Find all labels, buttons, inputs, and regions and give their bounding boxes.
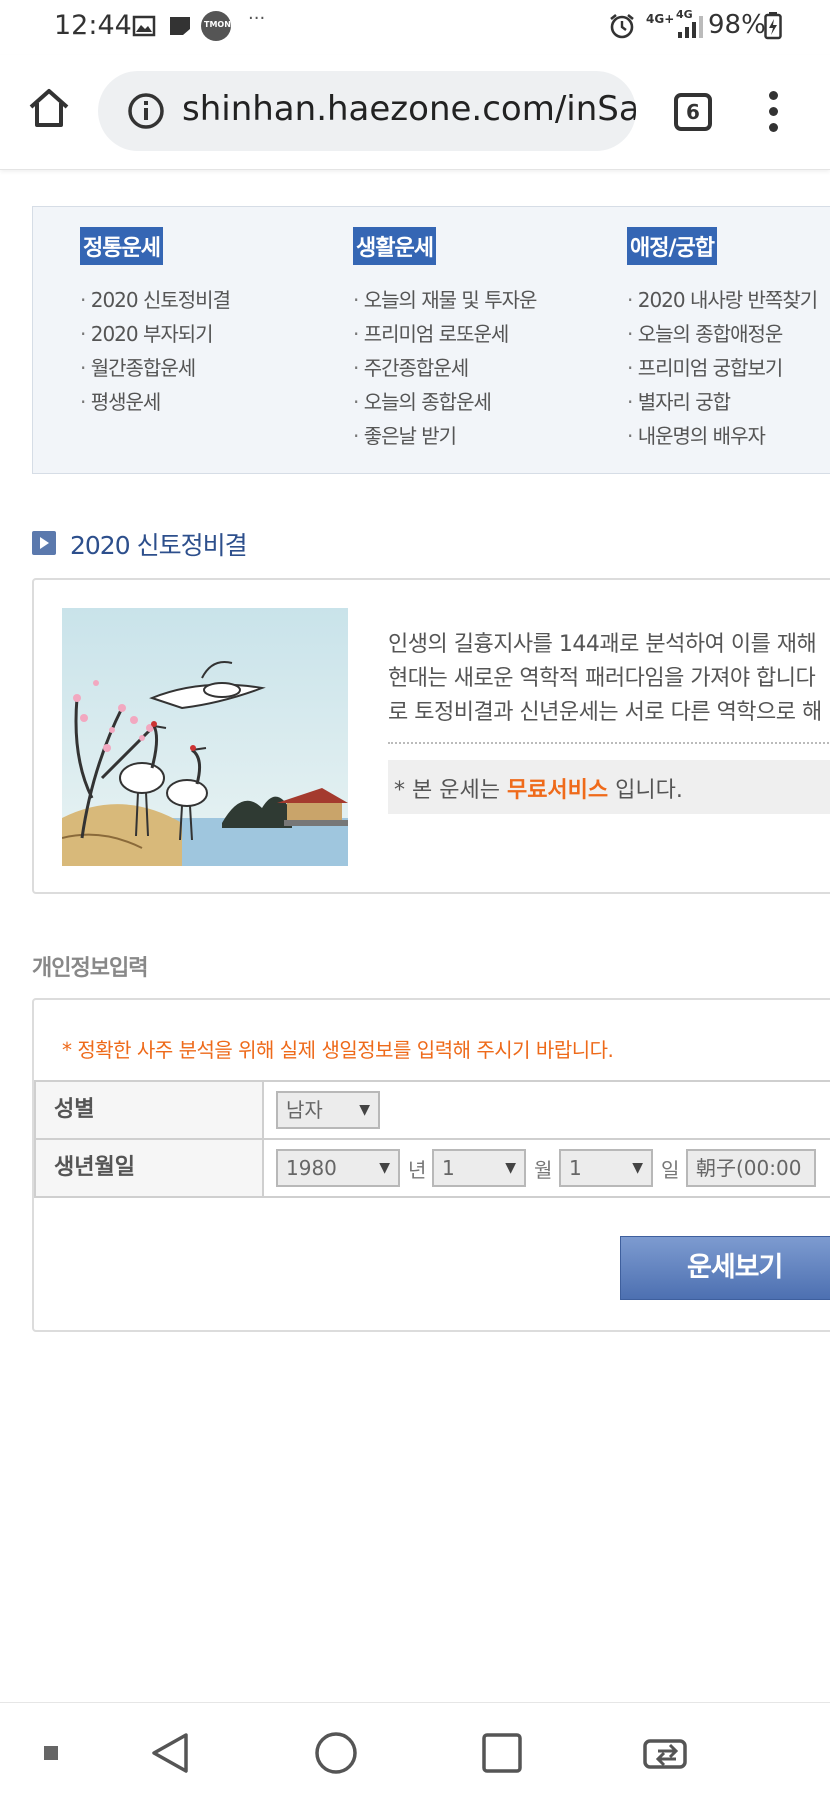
system-nav-bar bbox=[0, 1702, 830, 1798]
menu-heading[interactable]: 정통운세 bbox=[80, 227, 163, 265]
birthdate-row: 생년월일 1980 ▼ 년 1 ▼ 월 1 ▼ 일 朝子(00:00 bbox=[34, 1138, 830, 1198]
dropdown-arrow-icon: ▼ bbox=[505, 1160, 516, 1176]
menu-heading[interactable]: 애정/궁합 bbox=[627, 227, 717, 265]
free-suffix: 입니다. bbox=[608, 778, 683, 803]
lte-icon: 4G+ bbox=[646, 12, 675, 26]
personal-info-form: * 정확한 사주 분석을 위해 실제 생일정보를 입력해 주시기 바랍니다. 성… bbox=[32, 998, 830, 1332]
play-square-icon bbox=[32, 531, 56, 555]
fortune-menu-panel: 정통운세 2020 신토정비결 2020 부자되기 월간종합운세 평생운세 생활… bbox=[32, 206, 830, 474]
status-time: 12:44 bbox=[54, 10, 132, 41]
url-text[interactable]: shinhan.haezone.com/inSa bbox=[182, 89, 636, 129]
dropdown-arrow-icon: ▼ bbox=[632, 1160, 643, 1176]
day-value: 1 bbox=[569, 1156, 582, 1180]
year-unit: 년 bbox=[408, 1158, 427, 1182]
section-title-text: 2020 신토정비결 bbox=[70, 531, 248, 560]
menu-item[interactable]: 월간종합운세 bbox=[80, 351, 230, 385]
tmon-label: TMON bbox=[204, 20, 231, 29]
menu-column-love: 애정/궁합 2020 내사랑 반쪽찾기 오늘의 종합애정운 프리미엄 궁합보기 … bbox=[627, 227, 818, 453]
home-icon[interactable] bbox=[26, 85, 72, 131]
menu-item[interactable]: 오늘의 종합운세 bbox=[353, 385, 536, 419]
browser-toolbar: shinhan.haezone.com/inSa 6 bbox=[0, 55, 830, 170]
month-select[interactable]: 1 ▼ bbox=[432, 1149, 526, 1187]
gender-select[interactable]: 남자 ▼ bbox=[276, 1091, 380, 1129]
battery-icon bbox=[764, 12, 782, 44]
birthdate-label: 생년월일 bbox=[36, 1140, 264, 1196]
form-notice: * 정확한 사주 분석을 위해 실제 생일정보를 입력해 주시기 바랍니다. bbox=[62, 1038, 614, 1062]
menu-item[interactable]: 2020 부자되기 bbox=[80, 317, 230, 351]
menu-heading[interactable]: 생활운세 bbox=[353, 227, 436, 265]
intro-box: 인생의 길흉지사를 144괘로 분석하여 이를 재해 현대는 새로운 역학적 패… bbox=[32, 578, 830, 894]
time-select[interactable]: 朝子(00:00 bbox=[686, 1149, 816, 1187]
menu-item[interactable]: 주간종합운세 bbox=[353, 351, 536, 385]
home-circle-icon[interactable] bbox=[314, 1731, 358, 1779]
battery-percent: 98% bbox=[708, 10, 766, 40]
menu-item[interactable]: 프리미엄 로또운세 bbox=[353, 317, 536, 351]
time-value: 朝子(00:00 bbox=[696, 1156, 802, 1180]
status-bar: 12:44 TMON ··· 4G+ 4G 98% bbox=[0, 0, 830, 55]
free-service-notice: * 본 운세는 무료서비스 입니다. bbox=[388, 760, 830, 814]
menu-item[interactable]: 오늘의 재물 및 투자운 bbox=[353, 283, 538, 317]
day-unit: 일 bbox=[661, 1158, 680, 1182]
intro-description: 인생의 길흉지사를 144괘로 분석하여 이를 재해 현대는 새로운 역학적 패… bbox=[388, 628, 830, 730]
image-icon bbox=[132, 14, 156, 42]
info-icon[interactable] bbox=[126, 91, 166, 131]
overflow-indicator: ··· bbox=[248, 8, 266, 29]
signal-icon bbox=[676, 14, 704, 44]
personal-info-label: 개인정보입력 bbox=[32, 956, 148, 981]
alarm-icon bbox=[608, 12, 636, 44]
year-value: 1980 bbox=[286, 1156, 337, 1180]
menu-column-traditional: 정통운세 2020 신토정비결 2020 부자되기 월간종합운세 평생운세 bbox=[80, 227, 231, 419]
dropdown-arrow-icon: ▼ bbox=[379, 1160, 390, 1176]
tmon-icon: TMON bbox=[200, 10, 232, 46]
menu-item[interactable]: 2020 내사랑 반쪽찾기 bbox=[627, 283, 818, 317]
address-bar[interactable]: shinhan.haezone.com/inSa bbox=[98, 71, 636, 151]
menu-item[interactable]: 오늘의 종합애정운 bbox=[627, 317, 817, 351]
menu-item[interactable]: 2020 신토정비결 bbox=[80, 283, 231, 317]
gender-value: 남자 bbox=[286, 1098, 323, 1122]
more-menu-icon[interactable] bbox=[766, 91, 780, 135]
note-icon bbox=[168, 14, 192, 42]
menu-item[interactable]: 프리미엄 궁합보기 bbox=[627, 351, 817, 385]
month-value: 1 bbox=[442, 1156, 455, 1180]
menu-column-life: 생활운세 오늘의 재물 및 투자운 프리미엄 로또운세 주간종합운세 오늘의 종… bbox=[353, 227, 538, 453]
menu-item[interactable]: 평생운세 bbox=[80, 385, 230, 419]
view-fortune-button[interactable]: 운세보기 bbox=[620, 1236, 830, 1300]
intro-line: 로 토정비결과 신년운세는 서로 다른 역학으로 해 bbox=[388, 700, 822, 725]
cranes-illustration bbox=[62, 608, 348, 866]
menu-item[interactable]: 좋은날 받기 bbox=[353, 419, 536, 453]
dot-icon[interactable] bbox=[44, 1745, 58, 1764]
year-select[interactable]: 1980 ▼ bbox=[276, 1149, 400, 1187]
menu-item[interactable]: 별자리 궁합 bbox=[627, 385, 817, 419]
day-select[interactable]: 1 ▼ bbox=[559, 1149, 653, 1187]
switch-app-icon[interactable] bbox=[642, 1733, 692, 1777]
menu-item[interactable]: 내운명의 배우자 bbox=[627, 419, 817, 453]
tab-switcher-button[interactable]: 6 bbox=[674, 93, 712, 131]
intro-line: 인생의 길흉지사를 144괘로 분석하여 이를 재해 bbox=[388, 632, 817, 657]
dropdown-arrow-icon: ▼ bbox=[359, 1102, 370, 1118]
gender-row: 성별 남자 ▼ bbox=[34, 1080, 830, 1140]
recents-icon[interactable] bbox=[482, 1733, 522, 1777]
back-icon[interactable] bbox=[150, 1731, 190, 1779]
dotted-divider bbox=[388, 742, 830, 744]
month-unit: 월 bbox=[534, 1158, 553, 1182]
intro-line: 현대는 새로운 역학적 패러다임을 가져야 합니다 bbox=[388, 666, 816, 691]
gender-label: 성별 bbox=[36, 1082, 264, 1138]
free-prefix: * 본 운세는 bbox=[394, 778, 507, 803]
free-highlight: 무료서비스 bbox=[506, 778, 609, 803]
